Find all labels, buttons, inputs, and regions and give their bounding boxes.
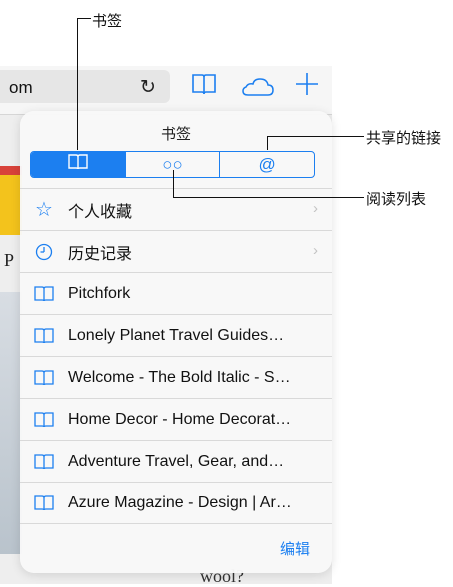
open-book-icon [33, 369, 55, 386]
segment-reading-list[interactable]: ○○ [124, 152, 220, 177]
list-item-label: 个人收藏 [68, 203, 133, 221]
callout-line-shared-links [267, 136, 364, 137]
chevron-right-icon: › [313, 242, 318, 259]
list-item-favorites[interactable]: ☆ 个人收藏 › [20, 188, 332, 230]
edit-button[interactable]: 编辑 [280, 538, 310, 559]
segment-bookmarks[interactable] [31, 152, 125, 177]
list-item-label: 历史记录 [68, 245, 133, 263]
star-icon: ☆ [35, 199, 53, 221]
at-sign-icon: @ [258, 154, 276, 174]
chevron-right-icon: › [313, 200, 318, 217]
callout-line-bookmarks [77, 18, 91, 19]
callout-reading-list-label: 阅读列表 [366, 191, 427, 208]
list-item-bookmark[interactable]: Adventure Travel, Gear, and… [20, 440, 332, 482]
page-strip-yellow [0, 175, 22, 235]
list-item-history[interactable]: 历史记录 › [20, 230, 332, 272]
bookmarks-toolbar-icon[interactable] [191, 73, 217, 100]
list-item-label: Welcome - The Bold Italic - S… [68, 368, 291, 386]
list-item-bookmark[interactable]: Pitchfork [20, 272, 332, 314]
list-item-bookmark[interactable]: Welcome - The Bold Italic - S… [20, 356, 332, 398]
open-book-icon [33, 411, 55, 428]
bookmarks-list: ☆ 个人收藏 › 历史记录 › Pitchfork Lonely Planet … [20, 188, 332, 524]
open-book-icon [33, 327, 55, 344]
popover-title: 书签 [160, 126, 191, 143]
list-item-bookmark[interactable]: Azure Magazine - Design | Ar… [20, 482, 332, 524]
open-book-icon [33, 495, 55, 511]
open-book-icon [33, 453, 55, 470]
callout-line-reading-list [173, 197, 364, 198]
list-item-label: Pitchfork [68, 284, 131, 302]
list-item-label: Adventure Travel, Gear, and… [68, 452, 285, 470]
list-item-label: Lonely Planet Travel Guides… [68, 326, 285, 344]
open-book-icon [68, 154, 88, 175]
page-strip-photo [0, 292, 22, 554]
icloud-tabs-icon[interactable] [241, 77, 275, 102]
reload-icon[interactable]: ↻ [140, 76, 156, 99]
page-strip-red [0, 166, 22, 175]
list-item-label: Azure Magazine - Design | Ar… [68, 494, 292, 511]
new-tab-plus-icon[interactable] [294, 71, 320, 102]
callout-shared-links-label: 共享的链接 [366, 130, 442, 147]
callout-line-reading-list [173, 170, 174, 198]
callout-line-shared-links [267, 136, 268, 150]
list-item-bookmark[interactable]: Lonely Planet Travel Guides… [20, 314, 332, 356]
clock-icon [33, 243, 55, 261]
background-page-letter: P [4, 250, 15, 270]
list-item-bookmark[interactable]: Home Decor - Home Decorat… [20, 398, 332, 440]
address-text: om [9, 78, 33, 97]
segment-shared-links[interactable]: @ [219, 152, 314, 177]
list-item-label: Home Decor - Home Decorat… [68, 410, 292, 428]
open-book-icon [33, 285, 55, 302]
callout-bookmarks-label: 书签 [92, 13, 123, 30]
callout-line-bookmarks [77, 18, 78, 150]
bookmarks-popover: 书签 ○○ @ ☆ 个人收藏 › 历史记录 › Pitchfork Lonely… [20, 111, 332, 573]
